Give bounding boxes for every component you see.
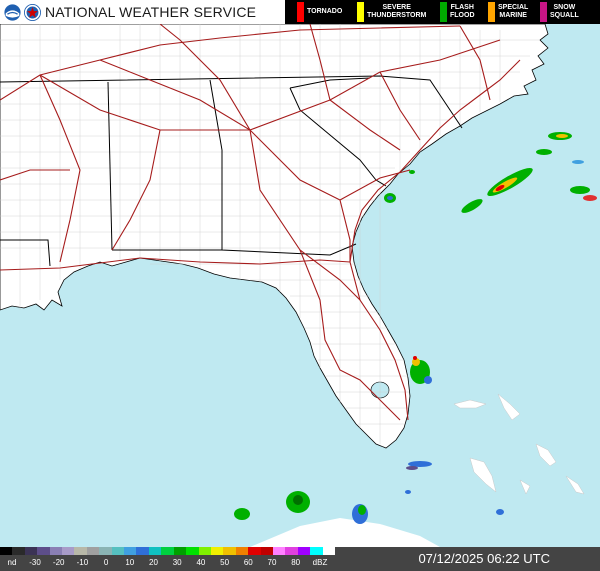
warning-tornado: TORNADO	[297, 2, 342, 22]
dbz-unit-label: dBZ	[312, 558, 328, 567]
warning-label: SNOW SQUALL	[550, 4, 579, 19]
dbz-color-cell	[322, 547, 336, 555]
dbz-tick-label: 30	[172, 558, 182, 567]
dbz-color-cell	[136, 547, 150, 555]
noaa-logo-icon	[4, 3, 21, 21]
warning-swatch	[540, 2, 547, 22]
timestamp: 07/12/2025 06:22 UTC	[418, 551, 550, 566]
dbz-nd-label: nd	[7, 558, 17, 567]
warning-legend: TORNADO SEVERE THUNDERSTORM FLASH FLOOD …	[285, 0, 600, 24]
dbz-color-cell	[260, 547, 274, 555]
warning-swatch	[357, 2, 364, 22]
dbz-color-cell	[0, 547, 13, 555]
dbz-color-cell	[49, 547, 63, 555]
dbz-color-cell	[285, 547, 299, 555]
dbz-color-cell	[161, 547, 175, 555]
dbz-color-scale: nd -30 -20 -10 0 10 20 30 40 50 60 70 80 dBZ	[0, 547, 336, 571]
warning-label: TORNADO	[307, 8, 343, 15]
warning-special-marine: SPECIAL MARINE	[488, 2, 528, 22]
dbz-color-cell	[186, 547, 200, 555]
warning-label: SPECIAL MARINE	[498, 4, 529, 19]
radar-map-viewer: NATIONAL WEATHER SERVICE TORNADO SEVERE …	[0, 0, 600, 571]
warning-snow-squall: SNOW SQUALL	[540, 2, 579, 22]
warning-label: SEVERE THUNDERSTORM	[367, 4, 427, 19]
dbz-color-cell	[297, 547, 311, 555]
dbz-color-cell	[173, 547, 187, 555]
dbz-color-cell	[24, 547, 38, 555]
dbz-tick-label: 40	[196, 558, 206, 567]
warning-swatch	[488, 2, 495, 22]
dbz-tick-label: 80	[291, 558, 301, 567]
dbz-color-cell	[310, 547, 324, 555]
dbz-color-cell	[124, 547, 137, 555]
dbz-color-cell	[37, 547, 51, 555]
dbz-color-cell	[272, 547, 286, 555]
dbz-tick-label: -10	[76, 558, 89, 567]
dbz-tick-label: 70	[267, 558, 277, 567]
dbz-tick-label: 20	[149, 558, 158, 567]
dbz-color-cell	[86, 547, 100, 555]
header-bar: NATIONAL WEATHER SERVICE TORNADO SEVERE …	[0, 0, 600, 24]
dbz-color-cell	[12, 547, 26, 555]
dbz-color-cell	[223, 547, 237, 555]
warning-swatch	[297, 2, 304, 22]
nws-logo-icon	[24, 3, 41, 21]
dbz-tick-label: 10	[125, 558, 135, 567]
dbz-color-cell	[99, 547, 113, 555]
dbz-tick-label: 60	[243, 558, 253, 567]
dbz-color-cell	[62, 547, 75, 555]
dbz-color-cell	[74, 547, 88, 555]
logo-group	[4, 3, 44, 21]
warning-label: FLASH FLOOD	[450, 4, 475, 19]
dbz-tick-label: -20	[52, 558, 65, 567]
dbz-color-cell	[198, 547, 212, 555]
dbz-tick-label: 0	[103, 558, 109, 567]
dbz-color-cell	[210, 547, 224, 555]
dbz-color-cell	[235, 547, 249, 555]
warning-flash-flood: FLASH FLOOD	[440, 2, 475, 22]
dbz-tick-label: -30	[29, 558, 41, 567]
footer-bar: nd -30 -20 -10 0 10 20 30 40 50 60 70 80 dBZ 07/12/20…	[0, 547, 600, 571]
dbz-tick-label: 50	[220, 558, 230, 567]
dbz-color-cell	[111, 547, 125, 555]
radar-map[interactable]	[0, 24, 600, 547]
dbz-color-cell	[248, 547, 262, 555]
warning-severe-thunderstorm: SEVERE THUNDERSTORM	[357, 2, 426, 22]
warning-swatch	[440, 2, 447, 22]
page-title: NATIONAL WEATHER SERVICE	[45, 4, 257, 20]
dbz-color-cell	[148, 547, 162, 555]
